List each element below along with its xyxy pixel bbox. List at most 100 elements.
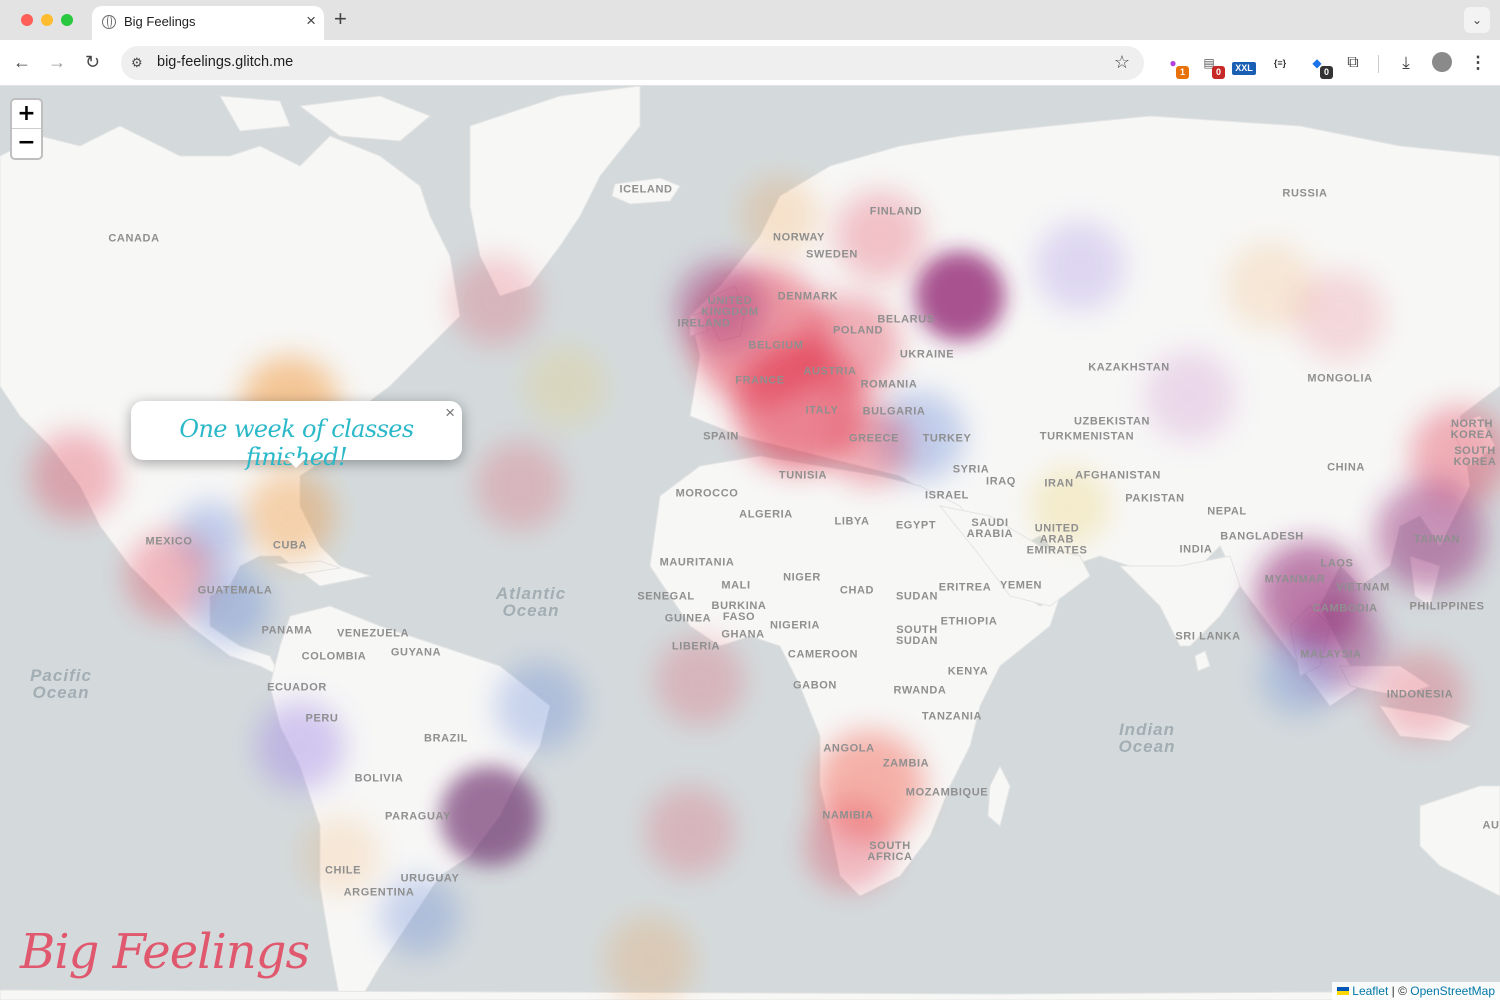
zoom-in-button[interactable]: +: [12, 100, 41, 129]
country-label: SOUTH AFRICA: [867, 840, 913, 863]
country-label: SUDAN: [895, 590, 939, 603]
window-close-button[interactable]: [21, 14, 33, 26]
extensions-puzzle-icon[interactable]: ⧉: [1343, 53, 1363, 73]
tab-search-chevron-icon[interactable]: ⌄: [1464, 7, 1490, 33]
country-label: TUNISIA: [778, 469, 828, 482]
country-label: VIETNAM: [1336, 581, 1390, 594]
country-label: IRAQ: [986, 475, 1016, 488]
profile-avatar[interactable]: [1432, 52, 1452, 72]
country-label: SENEGAL: [637, 590, 695, 603]
tab-title: Big Feelings: [124, 14, 196, 29]
country-label: GHANA: [721, 628, 765, 641]
country-label: FRANCE: [735, 374, 785, 387]
country-label: POLAND: [832, 324, 884, 337]
country-label: FINLAND: [869, 205, 923, 218]
window-maximize-button[interactable]: [61, 14, 73, 26]
tab-bar: Big Feelings × + ⌄: [0, 0, 1500, 40]
openstreetmap-link[interactable]: OpenStreetMap: [1410, 984, 1495, 998]
country-label: MAURITANIA: [659, 556, 735, 569]
country-label: ICELAND: [619, 183, 673, 196]
country-label: NORWAY: [773, 231, 825, 244]
country-label: CHILE: [325, 864, 361, 877]
browser-toolbar: ← → ↻ ⚙ big-feelings.glitch.me ☆ ● 1 ▤ 0 X…: [0, 40, 1500, 86]
back-arrow-icon[interactable]: ←: [13, 51, 31, 73]
feeling-popup: One week of classes finished! ×: [131, 401, 462, 471]
country-label: ARGENTINA: [343, 886, 415, 899]
more-menu-icon[interactable]: ⋮: [1468, 53, 1488, 73]
country-label: BANGLADESH: [1220, 530, 1304, 543]
country-label: SOUTH SUDAN: [895, 624, 939, 647]
country-label: ETHIOPIA: [940, 615, 998, 628]
reload-icon[interactable]: ↻: [85, 51, 100, 73]
brand-logo-text: Big Feelings: [20, 924, 310, 980]
country-label: INDIA: [1179, 543, 1213, 556]
country-label: TANZANIA: [921, 710, 983, 723]
country-label: MEXICO: [145, 535, 193, 548]
new-tab-button[interactable]: +: [334, 7, 347, 31]
url-text[interactable]: big-feelings.glitch.me: [157, 54, 293, 70]
country-label: PHILIPPINES: [1409, 600, 1485, 613]
ocean-label: Pacific Ocean: [30, 666, 92, 702]
country-label: ISRAEL: [925, 489, 969, 502]
country-label: PANAMA: [261, 624, 313, 637]
download-icon[interactable]: ⤓: [1396, 53, 1416, 73]
address-bar[interactable]: ⚙ big-feelings.glitch.me ☆: [121, 46, 1144, 80]
window-minimize-button[interactable]: [41, 14, 53, 26]
country-label: MOROCCO: [675, 487, 739, 500]
country-label: URUGUAY: [400, 872, 460, 885]
site-settings-icon[interactable]: ⚙: [131, 55, 143, 71]
popup-close-button[interactable]: ×: [445, 403, 455, 423]
basemap: [0, 86, 1500, 1000]
zoom-control: + −: [10, 98, 43, 160]
country-label: MOZAMBIQUE: [905, 786, 989, 799]
country-label: AFGHANISTAN: [1075, 469, 1161, 482]
leaflet-link[interactable]: Leaflet: [1352, 984, 1388, 998]
ocean-label: Indian Ocean: [1118, 720, 1176, 756]
country-label: AUSTRIA: [803, 365, 857, 378]
country-label: UNITED ARAB EMIRATES: [1026, 522, 1088, 557]
country-label: LAOS: [1320, 557, 1354, 570]
country-label: UKRAINE: [899, 348, 955, 361]
extension-1-icon[interactable]: ● 1: [1163, 53, 1189, 79]
country-label: LIBYA: [834, 515, 870, 528]
extension-4-icon[interactable]: {≡}: [1270, 53, 1290, 73]
country-label: SPAIN: [703, 430, 739, 443]
extension-3-icon[interactable]: XXL: [1232, 62, 1256, 75]
country-label: BOLIVIA: [354, 772, 404, 785]
country-label: TURKEY: [922, 432, 972, 445]
country-label: TURKMENISTAN: [1039, 430, 1135, 443]
toolbar-divider: [1378, 55, 1379, 73]
country-label: ZAMBIA: [882, 757, 930, 770]
country-label: COLOMBIA: [301, 650, 367, 663]
country-label: VENEZUELA: [336, 627, 410, 640]
world-map[interactable]: ICELAND CANADA RUSSIA FINLAND NORWAY SWEDEN DE…: [0, 86, 1500, 1000]
country-label: BULGARIA: [862, 405, 926, 418]
country-label: ROMANIA: [860, 378, 918, 391]
country-label: UNITED KINGDOM: [701, 295, 759, 318]
country-label: NIGERIA: [769, 619, 821, 632]
country-label: MONGOLIA: [1307, 372, 1373, 385]
country-label: MALI: [721, 579, 751, 592]
extension-2-icon[interactable]: ▤ 0: [1199, 53, 1225, 79]
tab-close-icon[interactable]: ×: [306, 11, 316, 31]
country-label: SAUDI ARABIA: [966, 517, 1014, 540]
bookmark-star-icon[interactable]: ☆: [1114, 52, 1130, 73]
country-label: CUBA: [272, 539, 308, 552]
country-label: GUINEA: [664, 612, 712, 625]
country-label: LIBERIA: [671, 640, 721, 653]
country-label: KAZAKHSTAN: [1088, 361, 1170, 374]
ocean-label: Atlantic Ocean: [495, 584, 567, 620]
country-label: GABON: [793, 679, 837, 692]
country-label: CAMBODIA: [1312, 602, 1378, 615]
zoom-out-button[interactable]: −: [12, 129, 41, 158]
browser-tab[interactable]: Big Feelings ×: [92, 6, 324, 40]
country-label: BRAZIL: [424, 732, 468, 745]
country-label: KENYA: [947, 665, 989, 678]
forward-arrow-icon[interactable]: →: [48, 51, 66, 73]
country-label: SYRIA: [952, 463, 990, 476]
ukraine-flag-icon: [1337, 987, 1350, 995]
extension-5-icon[interactable]: ◆ 0: [1307, 53, 1333, 79]
country-label: CAMEROON: [787, 648, 859, 661]
country-label: NORTH KOREA: [1450, 418, 1494, 441]
globe-icon: [102, 15, 116, 29]
